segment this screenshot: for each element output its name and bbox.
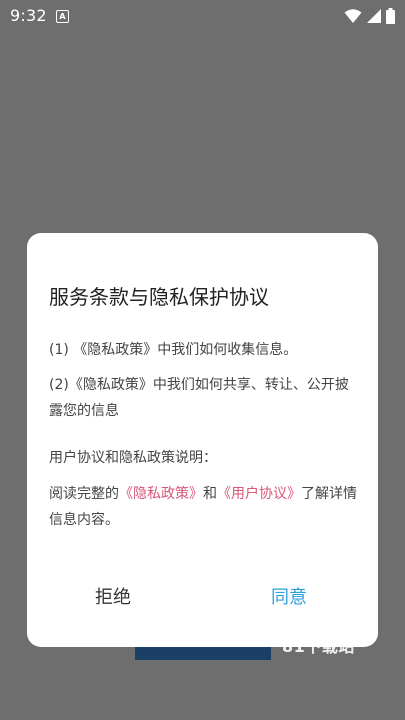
dialog-title: 服务条款与隐私保护协议: [49, 285, 269, 309]
wifi-icon: [344, 9, 362, 23]
reject-button[interactable]: 拒绝: [95, 583, 131, 609]
dialog-item-2: (2)《隐私政策》中我们如何共享、转让、公开披露您的信息: [49, 377, 349, 419]
agree-button[interactable]: 同意: [271, 583, 307, 609]
privacy-dialog: 服务条款与隐私保护协议 (1) 《隐私政策》中我们如何收集信息。 (2)《隐私政…: [27, 233, 378, 647]
read-notice: 阅读完整的《隐私政策》和《用户协议》了解详情信息内容。: [49, 481, 361, 533]
dialog-item-1: (1) 《隐私政策》中我们如何收集信息。: [49, 342, 298, 358]
status-icons: [344, 8, 395, 24]
status-bar: 9:32 A: [0, 0, 405, 34]
user-agreement-link[interactable]: 《用户协议》: [217, 486, 301, 502]
screen-overlay: 9:32 A 81下载站 服务条款与隐私保护协议 (1) 《隐私政策》中我们如何…: [0, 0, 405, 720]
and-text: 和: [203, 486, 217, 502]
battery-icon: [386, 8, 395, 24]
read-prefix: 阅读完整的: [49, 486, 119, 502]
status-time: 9:32: [10, 6, 47, 25]
explain-heading: 用户协议和隐私政策说明：: [49, 450, 217, 466]
app-notification-icon: A: [56, 10, 69, 23]
signal-icon: [367, 9, 381, 23]
privacy-policy-link[interactable]: 《隐私政策》: [119, 486, 203, 502]
